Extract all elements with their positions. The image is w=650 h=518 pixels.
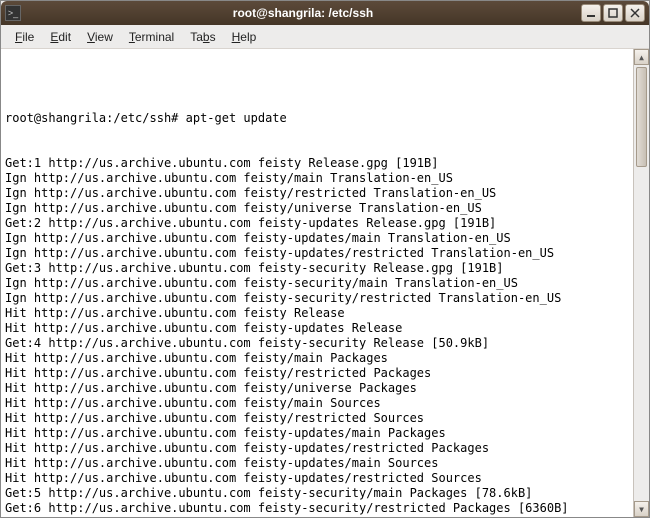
terminal-output-line: Hit http://us.archive.ubuntu.com feisty/… — [5, 351, 629, 366]
close-button[interactable] — [625, 4, 645, 22]
menu-edit[interactable]: Edit — [42, 28, 79, 46]
minimize-button[interactable] — [581, 4, 601, 22]
terminal-output-line: Get:3 http://us.archive.ubuntu.com feist… — [5, 261, 629, 276]
terminal-output-line: Hit http://us.archive.ubuntu.com feisty-… — [5, 426, 629, 441]
menu-tabs[interactable]: Tabs — [182, 28, 223, 46]
terminal-window: >_ root@shangrila: /etc/ssh File Edit Vi… — [0, 0, 650, 518]
menu-file[interactable]: File — [7, 28, 42, 46]
terminal-prompt-line: root@shangrila:/etc/ssh# apt-get update — [5, 111, 629, 126]
terminal-output-line: Ign http://us.archive.ubuntu.com feisty-… — [5, 231, 629, 246]
maximize-icon — [608, 8, 618, 18]
terminal-output-line: Hit http://us.archive.ubuntu.com feisty/… — [5, 411, 629, 426]
terminal-output-line: Get:7 http://us.archive.ubuntu.com feist… — [5, 516, 629, 517]
terminal-output-line: Ign http://us.archive.ubuntu.com feisty-… — [5, 291, 629, 306]
terminal-body[interactable]: root@shangrila:/etc/ssh# apt-get update … — [1, 49, 649, 517]
maximize-button[interactable] — [603, 4, 623, 22]
terminal-output-line: Ign http://us.archive.ubuntu.com feisty/… — [5, 171, 629, 186]
terminal-output-line: Get:2 http://us.archive.ubuntu.com feist… — [5, 216, 629, 231]
terminal-output-line: Ign http://us.archive.ubuntu.com feisty/… — [5, 201, 629, 216]
terminal-output-line: Hit http://us.archive.ubuntu.com feisty/… — [5, 366, 629, 381]
scroll-down-button[interactable]: ▼ — [634, 501, 649, 517]
window-controls — [581, 4, 645, 22]
terminal-content: root@shangrila:/etc/ssh# apt-get update … — [5, 81, 629, 517]
terminal-output-line: Ign http://us.archive.ubuntu.com feisty/… — [5, 186, 629, 201]
terminal-output-line: Hit http://us.archive.ubuntu.com feisty-… — [5, 441, 629, 456]
terminal-output-line: Hit http://us.archive.ubuntu.com feisty/… — [5, 381, 629, 396]
terminal-output-line: Get:5 http://us.archive.ubuntu.com feist… — [5, 486, 629, 501]
terminal-output-line: Ign http://us.archive.ubuntu.com feisty-… — [5, 276, 629, 291]
window-title: root@shangrila: /etc/ssh — [25, 6, 581, 20]
terminal-icon: >_ — [5, 5, 21, 21]
menu-help[interactable]: Help — [224, 28, 265, 46]
close-icon — [630, 8, 640, 18]
menubar: File Edit View Terminal Tabs Help — [1, 25, 649, 49]
terminal-output-line: Hit http://us.archive.ubuntu.com feisty-… — [5, 456, 629, 471]
terminal-output-line: Hit http://us.archive.ubuntu.com feisty/… — [5, 396, 629, 411]
minimize-icon — [586, 8, 596, 18]
scrollbar-vertical[interactable]: ▲ ▼ — [633, 49, 649, 517]
terminal-output-line: Get:1 http://us.archive.ubuntu.com feist… — [5, 156, 629, 171]
terminal-output-line: Get:6 http://us.archive.ubuntu.com feist… — [5, 501, 629, 516]
terminal-output-line: Get:4 http://us.archive.ubuntu.com feist… — [5, 336, 629, 351]
terminal-output-line: Ign http://us.archive.ubuntu.com feisty-… — [5, 246, 629, 261]
terminal-output-line: Hit http://us.archive.ubuntu.com feisty-… — [5, 321, 629, 336]
terminal-output-line: Hit http://us.archive.ubuntu.com feisty … — [5, 306, 629, 321]
scrollbar-thumb[interactable] — [636, 67, 647, 167]
terminal-output-line: Hit http://us.archive.ubuntu.com feisty-… — [5, 471, 629, 486]
titlebar[interactable]: >_ root@shangrila: /etc/ssh — [1, 1, 649, 25]
menu-terminal[interactable]: Terminal — [121, 28, 182, 46]
scroll-up-button[interactable]: ▲ — [634, 49, 649, 65]
menu-view[interactable]: View — [79, 28, 121, 46]
